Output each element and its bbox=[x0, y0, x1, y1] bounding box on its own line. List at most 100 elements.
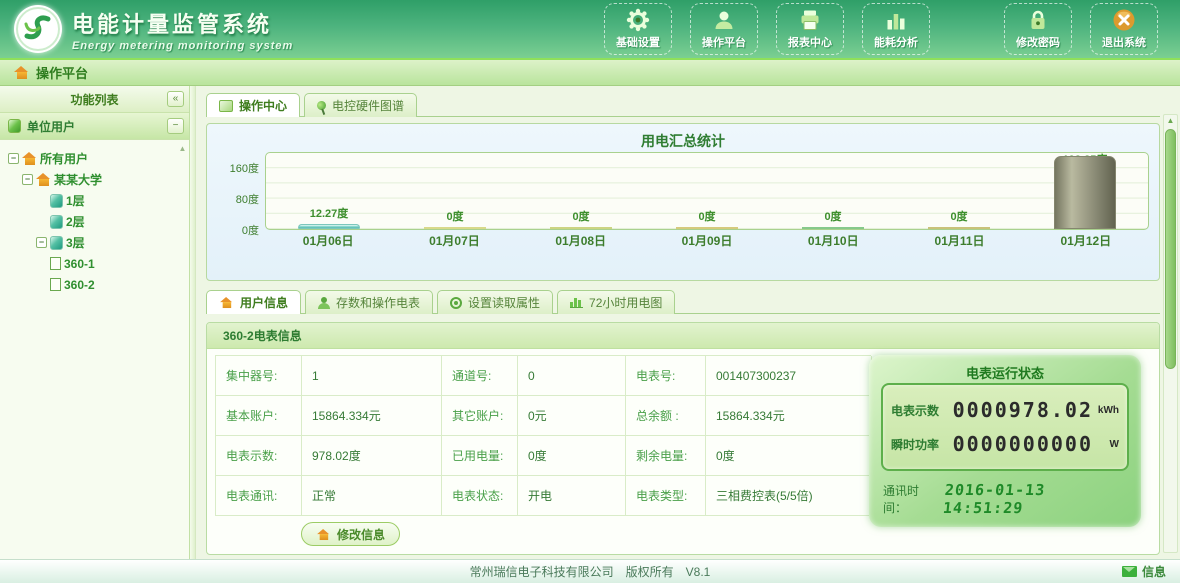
nav-report-center[interactable]: 报表中心 bbox=[776, 3, 844, 55]
house-icon bbox=[36, 173, 51, 186]
book-icon bbox=[8, 119, 21, 133]
tab-operation-center[interactable]: 操作中心 bbox=[206, 93, 300, 117]
chart-bar bbox=[424, 227, 486, 229]
exit-icon bbox=[1112, 8, 1136, 32]
meter-group-icon bbox=[50, 194, 63, 208]
panel-collapse-button[interactable]: − bbox=[167, 118, 184, 134]
chart-title: 用电汇总统计 bbox=[217, 130, 1149, 152]
top-nav: 基础设置 操作平台 报表中心 bbox=[604, 3, 1158, 55]
detail-tabbar: 用户信息 存数和操作电表 设置读取属性 72小时用电图 bbox=[206, 289, 1160, 314]
comm-time-value: 2016-01-13 14:51:29 bbox=[943, 481, 1129, 517]
chart-bar bbox=[1054, 156, 1116, 229]
tab-store-operate-meter[interactable]: 存数和操作电表 bbox=[305, 290, 433, 314]
app-subtitle: Energy metering monitoring system bbox=[72, 40, 293, 52]
chart-bar bbox=[802, 227, 864, 229]
home-icon bbox=[14, 66, 29, 79]
meter-group-icon bbox=[50, 215, 63, 229]
mail-icon bbox=[1122, 566, 1137, 577]
lcd-display: 电表示数 0000978.02 kWh 瞬时功率 0000000000 W bbox=[881, 383, 1129, 471]
meter-icon bbox=[50, 278, 61, 291]
app-footer: 常州瑞信电子科技有限公司 版权所有 V8.1 信息 bbox=[0, 559, 1180, 583]
meter-status-panel: 电表运行状态 电表示数 0000978.02 kWh 瞬时功率 00000000… bbox=[869, 355, 1141, 527]
target-icon bbox=[450, 297, 462, 309]
meter-info-table: 集中器号: 1 通道号: 0 电表号: 001407300237 基本账户: 1… bbox=[215, 355, 871, 516]
scroll-up-arrow[interactable]: ▲ bbox=[1164, 115, 1177, 127]
nav-exit-system[interactable]: 退出系统 bbox=[1090, 3, 1158, 55]
tree-item-meter-360-1[interactable]: 360-1 bbox=[50, 253, 187, 274]
tree-item-floor-3[interactable]: − 3层 bbox=[36, 232, 187, 253]
chart-bar-group: 0度 bbox=[518, 153, 644, 229]
sidebar-header: 功能列表 « bbox=[0, 86, 189, 113]
tab-hardware-map[interactable]: 电控硬件图谱 bbox=[304, 93, 417, 117]
pushpin-icon bbox=[316, 100, 328, 112]
meter-reading-value: 0000978.02 bbox=[949, 398, 1093, 422]
lcd-power-row: 瞬时功率 0000000000 W bbox=[891, 427, 1119, 461]
meter-group-icon bbox=[50, 236, 63, 250]
user-icon bbox=[712, 8, 736, 32]
house-icon bbox=[22, 152, 37, 165]
logo bbox=[14, 5, 62, 53]
collapse-expander-icon[interactable]: − bbox=[22, 174, 33, 185]
tree-item-all-users[interactable]: − 所有用户 bbox=[8, 148, 187, 169]
meter-icon bbox=[50, 257, 61, 270]
printer-icon bbox=[798, 8, 822, 32]
mini-chart-icon bbox=[570, 297, 583, 308]
bar-value-label: 0度 bbox=[770, 208, 896, 224]
tree-item-university[interactable]: − 某某大学 bbox=[22, 169, 187, 190]
chart-bar-group: 0度 bbox=[644, 153, 770, 229]
nav-energy-analysis[interactable]: 能耗分析 bbox=[862, 3, 930, 55]
collapse-expander-icon[interactable]: − bbox=[8, 153, 19, 164]
sidebar-collapse-button[interactable]: « bbox=[167, 91, 184, 107]
main-content: 操作中心 电控硬件图谱 用电汇总统计 160度 80度 0度 bbox=[196, 86, 1180, 559]
bar-value-label: 0度 bbox=[896, 208, 1022, 224]
table-row: 电表示数: 978.02度 已用电量: 0度 剩余电量: 0度 bbox=[216, 436, 871, 476]
house-icon bbox=[220, 297, 233, 308]
usage-chart-panel: 用电汇总统计 160度 80度 0度 12.27度 0度 bbox=[206, 123, 1160, 281]
collapse-expander-icon[interactable]: − bbox=[36, 237, 47, 248]
chart-bar bbox=[298, 224, 360, 229]
chart-plot-area: 12.27度 0度 0度 0度 bbox=[265, 152, 1149, 230]
nav-basic-settings[interactable]: 基础设置 bbox=[604, 3, 672, 55]
chart-bar-group: 0度 bbox=[392, 153, 518, 229]
chart-bar-group: 12.27度 bbox=[266, 153, 392, 229]
chart-y-axis: 160度 80度 0度 bbox=[217, 152, 265, 230]
bar-value-label: 0度 bbox=[518, 208, 644, 224]
sidebar-panel-unit-users[interactable]: 单位用户 − bbox=[0, 113, 189, 140]
chart-bar-group: 0度 bbox=[770, 153, 896, 229]
lock-icon bbox=[1026, 8, 1050, 32]
chart-x-axis: 01月06日 01月07日 01月08日 01月09日 01月10日 01月11… bbox=[265, 230, 1149, 250]
main-vertical-scrollbar[interactable]: ▲ bbox=[1163, 114, 1178, 553]
user-tree: − 所有用户 − 某某大学 1层 2层 bbox=[0, 140, 189, 559]
gear-icon bbox=[626, 8, 650, 32]
tree-scrollbar[interactable]: ▲ bbox=[176, 140, 189, 559]
tab-user-info[interactable]: 用户信息 bbox=[206, 290, 301, 314]
tree-item-floor-2[interactable]: 2层 bbox=[36, 211, 187, 232]
chart-bar bbox=[928, 227, 990, 229]
table-row: 集中器号: 1 通道号: 0 电表号: 001407300237 bbox=[216, 356, 871, 396]
tree-item-floor-1[interactable]: 1层 bbox=[36, 190, 187, 211]
copyright-text: 常州瑞信电子科技有限公司 版权所有 V8.1 bbox=[0, 563, 1180, 580]
tab-72h-usage[interactable]: 72小时用电图 bbox=[557, 290, 675, 314]
app-window: 电能计量监管系统 Energy metering monitoring syst… bbox=[0, 0, 1180, 583]
tree-item-meter-360-2[interactable]: 360-2 bbox=[50, 274, 187, 295]
scrollbar-thumb[interactable] bbox=[1165, 129, 1176, 369]
house-icon bbox=[317, 528, 330, 539]
nav-operation-platform[interactable]: 操作平台 bbox=[690, 3, 758, 55]
tab-read-properties[interactable]: 设置读取属性 bbox=[437, 290, 553, 314]
nav-change-password[interactable]: 修改密码 bbox=[1004, 3, 1072, 55]
page-title: 操作平台 bbox=[36, 63, 88, 82]
comm-time-row: 通讯时间： 2016-01-13 14:51:29 bbox=[881, 481, 1129, 517]
bar-value-label: 12.27度 bbox=[266, 205, 392, 221]
logo-icon bbox=[14, 5, 62, 53]
chart-bar-group: 193.25度 bbox=[1022, 153, 1148, 229]
chart-bar bbox=[676, 227, 738, 229]
bar-value-label: 0度 bbox=[644, 208, 770, 224]
lcd-reading-row: 电表示数 0000978.02 kWh bbox=[891, 393, 1119, 427]
person-icon bbox=[318, 297, 330, 309]
instant-power-value: 0000000000 bbox=[949, 432, 1093, 456]
sidebar: 功能列表 « 单位用户 − − 所有用户 − 某某大学 bbox=[0, 86, 190, 559]
table-row: 基本账户: 15864.334元 其它账户: 0元 总余额 : 15864.33… bbox=[216, 396, 871, 436]
edit-info-button[interactable]: 修改信息 bbox=[301, 522, 400, 546]
footer-info-button[interactable]: 信息 bbox=[1122, 563, 1166, 580]
main-tabbar: 操作中心 电控硬件图谱 bbox=[206, 92, 1160, 117]
